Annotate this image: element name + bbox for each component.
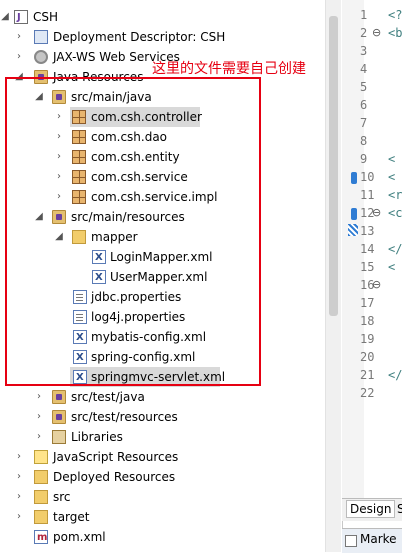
tree-item-javascript-resources[interactable]: › JavaScript Resources (0, 447, 325, 467)
chevron-down-icon[interactable]: ◢ (0, 7, 10, 27)
line-number: 9 (360, 152, 368, 166)
source-folder-icon (52, 390, 66, 404)
line-number: 14 (360, 242, 375, 256)
line-number: 13 (360, 224, 375, 238)
line-number: 1 (360, 8, 368, 22)
code-snippet: < (388, 260, 396, 274)
tree-item-src-test-java[interactable]: › src/test/java (0, 387, 325, 407)
web-project-icon (14, 8, 28, 28)
quick-diff-icon (348, 224, 358, 236)
line-number: 18 (360, 314, 375, 328)
code-snippet: </ (388, 242, 402, 256)
chevron-right-icon[interactable]: › (14, 507, 24, 527)
tree-item-deployed-resources[interactable]: › Deployed Resources (0, 467, 325, 487)
chevron-right-icon[interactable]: › (34, 427, 44, 447)
chevron-right-icon[interactable]: › (14, 47, 24, 67)
tree-item-label: Deployed Resources (53, 470, 176, 484)
tree-item-label: src (53, 490, 71, 504)
tree-item-deployment-descriptor[interactable]: › Deployment Descriptor: CSH (0, 27, 325, 47)
line-number: 19 (360, 332, 375, 346)
fold-icon[interactable]: ⊖ (372, 278, 381, 291)
folder-icon (34, 510, 48, 524)
line-number: 6 (360, 98, 368, 112)
highlight-box (5, 77, 261, 386)
code-snippet: < (388, 170, 396, 184)
code-snippet: <r (388, 188, 402, 202)
tree-item-label: src/test/resources (71, 410, 178, 424)
scrollbar-thumb[interactable] (329, 16, 338, 316)
line-number: 20 (360, 350, 375, 364)
chevron-right-icon[interactable]: › (14, 447, 24, 467)
folder-icon (34, 490, 48, 504)
chevron-right-icon[interactable]: › (14, 467, 24, 487)
chevron-right-icon[interactable]: › (14, 27, 24, 47)
tree-item-src[interactable]: › src (0, 487, 325, 507)
code-snippet: <c (388, 206, 402, 220)
folder-icon (34, 470, 48, 484)
code-snippet: < (388, 152, 396, 166)
fold-icon[interactable]: ⊖ (372, 26, 381, 39)
line-number: 22 (360, 386, 375, 400)
line-number: 8 (360, 134, 368, 148)
tree-item-label: Deployment Descriptor: CSH (53, 30, 226, 44)
tree-item-libraries[interactable]: › Libraries (0, 427, 325, 447)
tree-item-label: target (53, 510, 90, 524)
line-number: 4 (360, 62, 368, 76)
libraries-icon (52, 430, 66, 444)
tree-item-label: JavaScript Resources (53, 450, 179, 464)
maven-pom-icon: m (34, 530, 48, 544)
code-snippet: <b (388, 26, 402, 40)
source-folder-icon (52, 410, 66, 424)
web-services-icon (34, 50, 48, 64)
bookmark-marker-icon[interactable] (351, 208, 357, 220)
line-number: 11 (360, 188, 375, 202)
line-number: 10 (360, 170, 375, 184)
tab-design[interactable]: Design (346, 500, 396, 518)
line-number: 5 (360, 80, 368, 94)
line-number: 3 (360, 44, 368, 58)
tree-item-pom[interactable]: m pom.xml (0, 527, 325, 547)
line-number: 17 (360, 296, 375, 310)
deployment-descriptor-icon (34, 30, 48, 44)
fold-icon[interactable]: ⊖ (372, 206, 381, 219)
vertical-scrollbar[interactable] (325, 0, 341, 552)
chevron-right-icon[interactable]: › (34, 387, 44, 407)
tab-markers[interactable]: Marke (360, 532, 397, 546)
project-explorer: ◢ CSH › Deployment Descriptor: CSH › JAX… (0, 0, 340, 552)
tree-item-label: Libraries (71, 430, 123, 444)
chevron-right-icon[interactable]: › (34, 407, 44, 427)
line-number: 21 (360, 368, 375, 382)
line-number: 7 (360, 116, 368, 130)
chevron-right-icon[interactable]: › (14, 487, 24, 507)
tab-source[interactable]: S (397, 502, 402, 516)
code-snippet: <? (388, 8, 402, 22)
tree-item-label: CSH (33, 10, 59, 24)
tree-item-root[interactable]: ◢ CSH (0, 7, 325, 28)
line-number: 15 (360, 260, 375, 274)
code-snippet: </ (388, 368, 402, 382)
tree-item-label: pom.xml (53, 530, 106, 544)
tree-item-src-test-resources[interactable]: › src/test/resources (0, 407, 325, 427)
tree-item-target[interactable]: › target (0, 507, 325, 527)
tree-item-label: src/test/java (71, 390, 145, 404)
javascript-resources-icon (34, 450, 48, 464)
bookmark-marker-icon[interactable] (351, 172, 357, 184)
markers-icon (345, 535, 357, 547)
annotation-text: 这里的文件需要自己创建 (152, 61, 306, 77)
